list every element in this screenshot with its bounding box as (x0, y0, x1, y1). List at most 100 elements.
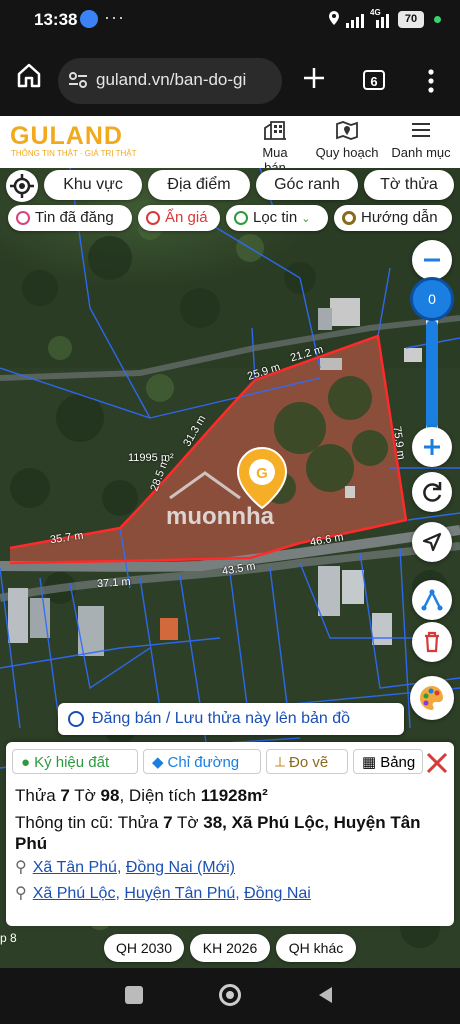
location-link[interactable]: Xã Tân Phú (33, 859, 117, 876)
zoom-out-button[interactable] (412, 240, 452, 280)
chip-to-thua[interactable]: Tờ thửa (364, 170, 454, 200)
more-notifications-icon: ··· (104, 7, 125, 27)
location-link[interactable]: Xã Phú Lộc (33, 885, 116, 902)
chip-dia-diem[interactable]: Địa điểm (148, 170, 250, 200)
measure-icon: ⟂ (275, 754, 286, 771)
old-sheet-number: 38 (203, 813, 223, 832)
map-pin-icon (336, 121, 358, 140)
palette-button[interactable] (410, 676, 454, 720)
zoom-level-fill (426, 320, 438, 430)
delete-button[interactable] (412, 622, 452, 662)
location-pin-icon: ⚲ (15, 859, 27, 876)
refresh-button[interactable] (412, 472, 452, 512)
refresh-icon (423, 482, 442, 502)
palette-icon: ● (21, 754, 31, 771)
crosshair-icon (10, 174, 34, 198)
chip-tin-da-dang[interactable]: Tin đã đăng (8, 205, 132, 231)
nav-quy-hoach[interactable]: Quy hoạch (314, 120, 380, 160)
locate-me-button[interactable] (6, 170, 38, 202)
zoom-handle[interactable]: 0 (410, 277, 454, 321)
recents-icon[interactable] (125, 986, 143, 1004)
parcel-summary: Thửa 7 Tờ 98, Diện tích 11928m² (15, 786, 268, 806)
area-label: 11995 m² (128, 452, 174, 464)
url-text[interactable]: guland.vn/ban-do-gi (96, 70, 276, 90)
location-link[interactable]: Huyện Tân Phú (124, 885, 235, 902)
post-listing-banner[interactable]: Đăng bán / Lưu thửa này lên bản đồ (58, 703, 404, 735)
user-icon (16, 211, 30, 226)
palette-icon (420, 686, 443, 710)
privacy-dot (434, 16, 441, 23)
chip-label: Lọc tin (253, 209, 298, 226)
text: Tờ (172, 813, 204, 832)
tab-label: Đo vẽ (289, 754, 329, 771)
back-icon[interactable] (316, 985, 336, 1005)
building-icon (264, 121, 286, 140)
map-road-label: p 8 (0, 931, 17, 945)
muonnha-watermark: muonnha (166, 503, 274, 530)
directions-icon: ◆ (152, 754, 164, 771)
old-location-line: ⚲ Xã Phú Lộc, Huyện Tân Phú, Đồng Nai (15, 885, 311, 902)
guland-logo[interactable]: GULAND (10, 122, 123, 151)
measurement-label: 37.1 m (96, 575, 132, 591)
text: , Diện tích (119, 786, 201, 805)
help-icon (342, 211, 356, 226)
chip-khu-vuc[interactable]: Khu vực (44, 170, 142, 200)
chip-kh-2026[interactable]: KH 2026 (190, 934, 270, 962)
banner-text: Đăng bán / Lưu thửa này lên bản đồ (92, 710, 351, 727)
plus-icon (424, 439, 440, 455)
nav-label: Quy hoạch (315, 145, 379, 160)
chip-an-gia[interactable]: Ẩn giá (138, 205, 220, 231)
parcel-area: 11928m² (200, 786, 268, 805)
trash-icon (425, 631, 439, 653)
parcel-number: 7 (60, 786, 70, 805)
navigation-arrow-icon (422, 532, 442, 552)
tab-label: Ký hiệu đất (34, 754, 110, 771)
text: Thông tin cũ: Thửa (15, 813, 164, 832)
chip-loc-tin[interactable]: Lọc tin ⌄ (226, 205, 328, 231)
chip-label: Ẩn giá (165, 209, 208, 226)
text: Tờ (69, 786, 101, 805)
chip-huong-dan[interactable]: Hướng dẫn (334, 205, 452, 231)
location-link[interactable]: Đồng Nai (Mới) (126, 859, 235, 876)
battery-icon: 70 (398, 11, 424, 28)
tab-label: Chỉ đường (167, 754, 240, 771)
location-pin-icon: ⚲ (15, 885, 27, 902)
old-parcel-number: 7 (163, 813, 173, 832)
home-nav-icon[interactable] (219, 984, 241, 1006)
signal-icon (329, 11, 389, 28)
location-link[interactable]: Đồng Nai (244, 885, 311, 902)
new-tab-icon[interactable] (302, 66, 326, 90)
location-pin-icon (68, 710, 84, 727)
messenger-icon (80, 10, 98, 28)
tab-bang[interactable]: ▦ Bảng (353, 749, 423, 774)
site-settings-icon[interactable] (68, 70, 88, 90)
chip-label: Tin đã đăng (35, 209, 114, 226)
nav-danh-muc[interactable]: Danh mục (390, 120, 452, 160)
sheet-number: 98 (100, 786, 120, 805)
old-parcel-info: Thông tin cũ: Thửa 7 Tờ 38, Xã Phú Lộc, … (15, 812, 435, 854)
location-icon (234, 211, 248, 226)
tab-do-ve[interactable]: ⟂ Đo vẽ (266, 749, 348, 774)
close-panel-button[interactable] (424, 750, 450, 776)
chip-qh-2030[interactable]: QH 2030 (104, 934, 184, 962)
navigate-button[interactable] (412, 522, 452, 562)
chip-goc-ranh[interactable]: Góc ranh (256, 170, 358, 200)
text: Thửa (15, 786, 61, 805)
tab-switcher-button[interactable]: 6 (363, 70, 385, 90)
browser-menu-icon[interactable] (427, 68, 435, 94)
tab-label: Bảng (380, 754, 416, 771)
svg-text:G: G (256, 465, 268, 482)
zoom-in-button[interactable] (412, 427, 452, 467)
status-icons (328, 9, 394, 31)
network-type: 4G (370, 8, 381, 17)
nav-mua-ban[interactable]: Mua bán (250, 120, 300, 175)
home-icon[interactable] (14, 60, 44, 90)
close-icon (426, 752, 448, 774)
tab-ky-hieu-dat[interactable]: ● Ký hiệu đất (12, 749, 138, 774)
chevron-down-icon: ⌄ (301, 213, 311, 225)
nav-label: Danh mục (391, 145, 451, 160)
chip-qh-khac[interactable]: QH khác (276, 934, 356, 962)
tab-chi-duong[interactable]: ◆ Chỉ đường (143, 749, 261, 774)
measure-tool-button[interactable] (412, 580, 452, 620)
table-icon: ▦ (362, 754, 377, 771)
